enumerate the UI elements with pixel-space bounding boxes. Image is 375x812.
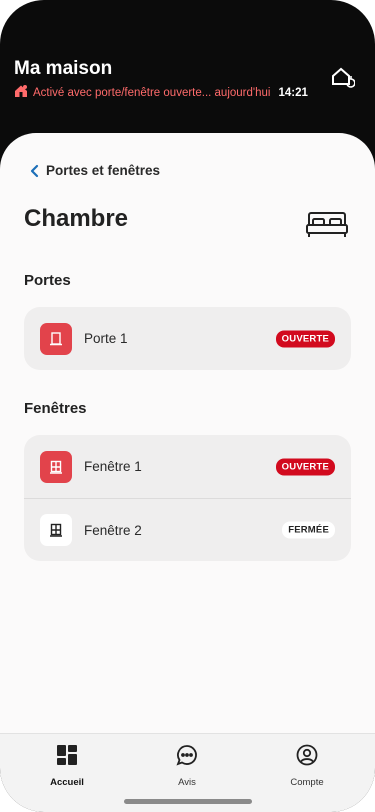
list-item-window-1[interactable]: Fenêtre 1 OUVERTE	[24, 435, 351, 498]
user-circle-icon	[296, 744, 318, 771]
back-label: Portes et fenêtres	[46, 163, 161, 178]
section-title-doors: Portes	[24, 272, 71, 289]
status-time: 14:21	[278, 86, 308, 99]
status-badge: OUVERTE	[275, 458, 335, 475]
door-icon	[40, 322, 72, 355]
list-item-window-2[interactable]: Fenêtre 2 FERMÉE	[24, 498, 351, 561]
tab-label: Avis	[178, 777, 196, 788]
home-sync-icon	[329, 67, 356, 94]
tab-label: Accueil	[50, 777, 84, 788]
chevron-left-icon	[30, 164, 40, 178]
doors-card: Porte 1 OUVERTE	[24, 307, 351, 370]
content-sheet: Portes et fenêtres Chambre Portes Porte …	[0, 133, 375, 733]
status-badge: OUVERTE	[275, 330, 335, 347]
status-badge: FERMÉE	[282, 521, 335, 539]
home-title: Ma maison	[14, 58, 113, 79]
item-label: Fenêtre 1	[84, 459, 142, 474]
section-title-windows: Fenêtres	[24, 400, 87, 417]
home-sync-button[interactable]	[329, 64, 356, 90]
list-item-door-1[interactable]: Porte 1 OUVERTE	[24, 307, 351, 370]
tab-accueil[interactable]: Accueil	[17, 744, 117, 788]
tab-label: Compte	[290, 777, 324, 788]
item-label: Fenêtre 2	[84, 522, 142, 538]
home-alert-icon	[14, 84, 28, 101]
status-text: Activé avec porte/fenêtre ouverte... auj…	[33, 86, 271, 99]
window-icon	[40, 450, 72, 483]
back-link[interactable]: Portes et fenêtres	[30, 163, 160, 178]
bed-icon	[305, 211, 349, 244]
item-label: Porte 1	[84, 331, 128, 346]
room-title: Chambre	[24, 205, 129, 232]
tab-compte[interactable]: Compte	[257, 744, 357, 788]
home-indicator[interactable]	[124, 799, 252, 804]
phone-screen: Ma maison Activé avec porte/fenêtre ouve…	[0, 0, 375, 812]
windows-card: Fenêtre 1 OUVERTE Fenêtre 2 FERMÉE	[24, 435, 351, 561]
window-icon	[40, 514, 72, 546]
chat-bubble-icon	[176, 744, 198, 771]
alarm-status[interactable]: Activé avec porte/fenêtre ouverte... auj…	[14, 84, 308, 101]
tab-avis[interactable]: Avis	[137, 744, 237, 788]
dashboard-icon	[56, 744, 78, 771]
